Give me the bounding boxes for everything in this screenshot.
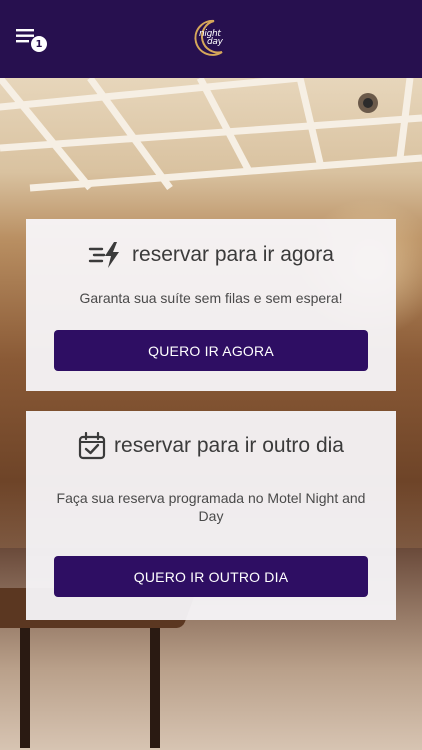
logo-line-2: day (207, 37, 223, 47)
table-leg (150, 628, 160, 748)
logo-wordmark: night day (199, 30, 223, 47)
reserve-now-button[interactable]: QUERO IR AGORA (54, 330, 368, 371)
card-header: reservar para ir agora (26, 241, 396, 269)
table-leg (20, 628, 30, 748)
calendar-check-icon (78, 432, 106, 460)
reserve-other-day-button[interactable]: QUERO IR OUTRO DIA (54, 556, 368, 597)
card-header: reservar para ir outro dia (26, 432, 396, 460)
card-reserve-now: reservar para ir agora Garanta sua suíte… (26, 219, 396, 391)
card-reserve-other-day: reservar para ir outro dia Faça sua rese… (26, 411, 396, 620)
card-subtitle: Garanta sua suíte sem filas e sem espera… (79, 290, 343, 306)
lightning-fast-icon (88, 242, 120, 268)
notification-badge: 1 (31, 36, 47, 52)
card-title: reservar para ir agora (132, 243, 334, 266)
menu-button[interactable]: 1 (16, 27, 50, 55)
top-bar: 1 night day (0, 0, 422, 78)
card-subtitle: Faça sua reserva programada no Motel Nig… (56, 490, 366, 524)
logo: night day (192, 19, 228, 57)
card-title: reservar para ir outro dia (114, 434, 344, 457)
